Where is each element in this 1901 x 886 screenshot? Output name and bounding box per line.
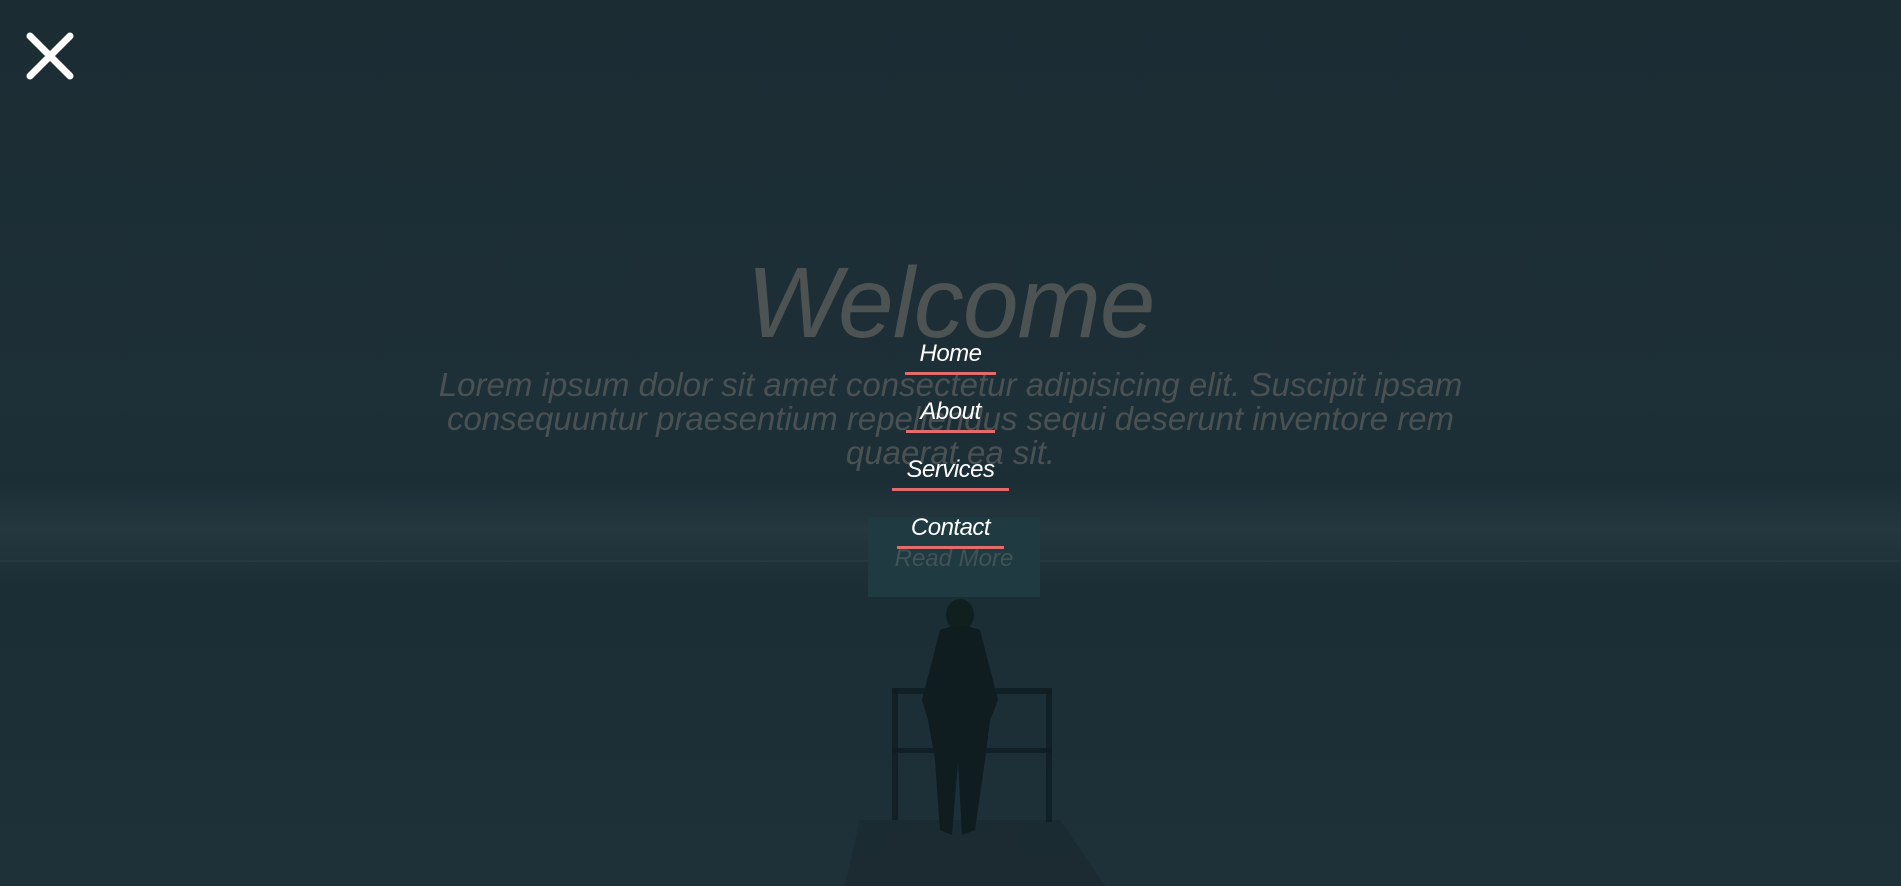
overlay-nav-menu: Home About Services Contact — [0, 336, 1901, 568]
nav-item-contact: Contact — [0, 510, 1901, 568]
nav-item-about: About — [0, 394, 1901, 452]
nav-item-services: Services — [0, 452, 1901, 510]
nav-item-home: Home — [0, 336, 1901, 394]
nav-link-home[interactable]: Home — [905, 336, 996, 375]
nav-link-about[interactable]: About — [906, 394, 995, 433]
close-menu-button[interactable] — [24, 30, 78, 84]
nav-link-services[interactable]: Services — [892, 452, 1009, 491]
nav-link-contact[interactable]: Contact — [896, 510, 1005, 549]
close-icon — [26, 32, 74, 80]
page-overlay: Welcome Lorem ipsum dolor sit amet conse… — [0, 0, 1901, 886]
